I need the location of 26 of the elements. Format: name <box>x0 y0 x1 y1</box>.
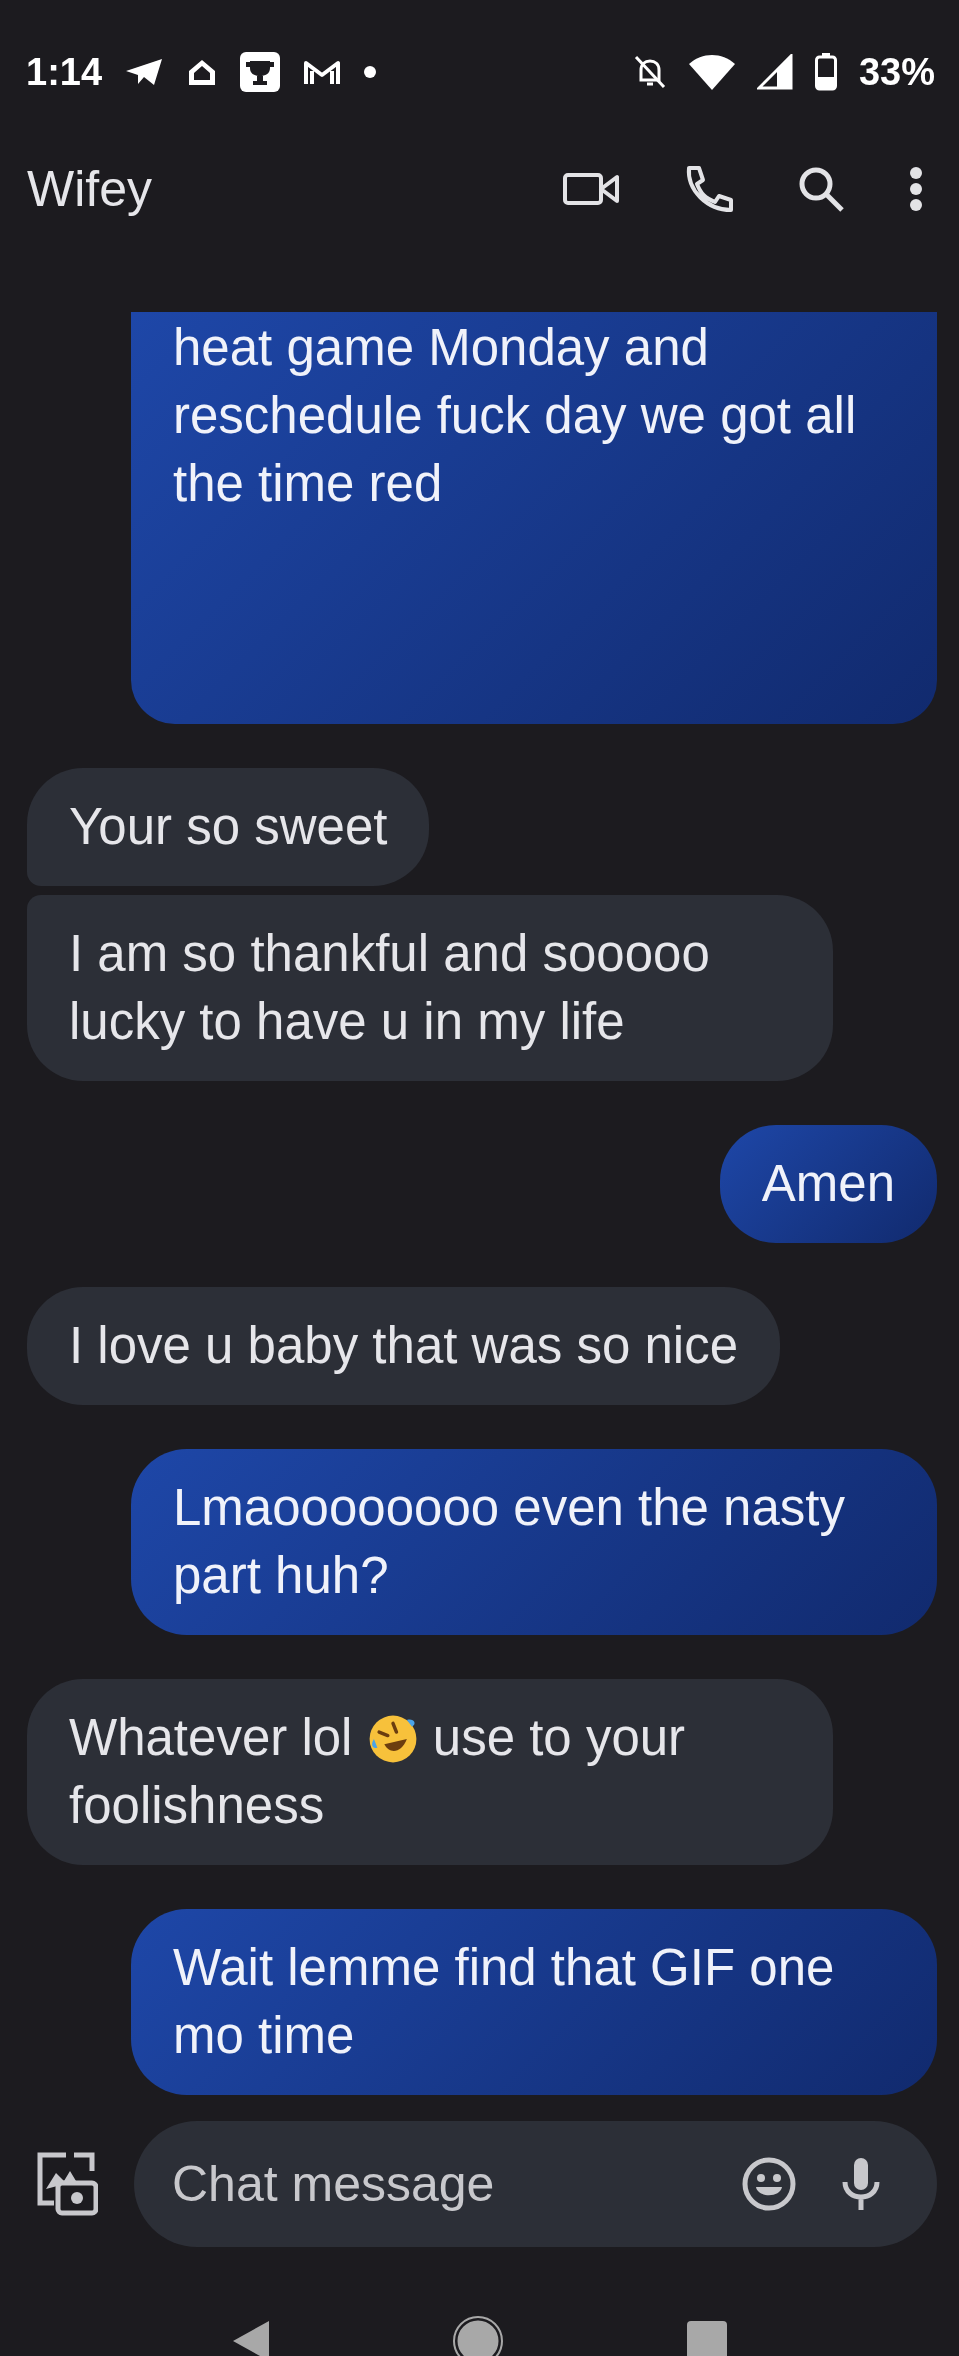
sent-message: Amen <box>719 1125 937 1243</box>
wifi-icon <box>688 54 735 90</box>
recents-icon[interactable] <box>685 2320 728 2356</box>
received-message: I am so thankful and sooooo lucky to have u in my life <box>27 895 833 1081</box>
trophy-icon <box>240 52 281 92</box>
sent-message: Lmaoooooooo even the nasty part huh? <box>131 1449 937 1635</box>
sent-message: Wait lemme find that GIF one mo time <box>131 1909 937 2095</box>
more-options-icon[interactable] <box>909 166 923 212</box>
signal-icon <box>756 54 793 90</box>
battery-icon <box>814 53 837 91</box>
sent-message: heat game Monday and reschedule fuck day we got all the time red <box>131 312 937 724</box>
received-message: Your so sweet <box>27 768 430 886</box>
microphone-icon[interactable] <box>841 2156 881 2212</box>
status-time: 1:14 <box>26 50 103 94</box>
video-camera-icon[interactable] <box>563 171 619 207</box>
chat-message-field[interactable]: Chat message <box>134 2121 937 2247</box>
bell-off-icon <box>632 54 667 90</box>
home-button-icon[interactable] <box>453 2316 504 2356</box>
battery-percentage: 33% <box>858 50 935 94</box>
received-message: I love u baby that was so nice <box>27 1287 781 1405</box>
notification-dot-icon <box>364 66 377 78</box>
received-message: Whatever lol use to your foolishness <box>27 1679 833 1865</box>
search-icon[interactable] <box>797 165 845 213</box>
emoji-icon[interactable] <box>741 2156 797 2212</box>
contact-name: Wifey <box>27 160 152 218</box>
back-icon[interactable] <box>231 2319 272 2356</box>
